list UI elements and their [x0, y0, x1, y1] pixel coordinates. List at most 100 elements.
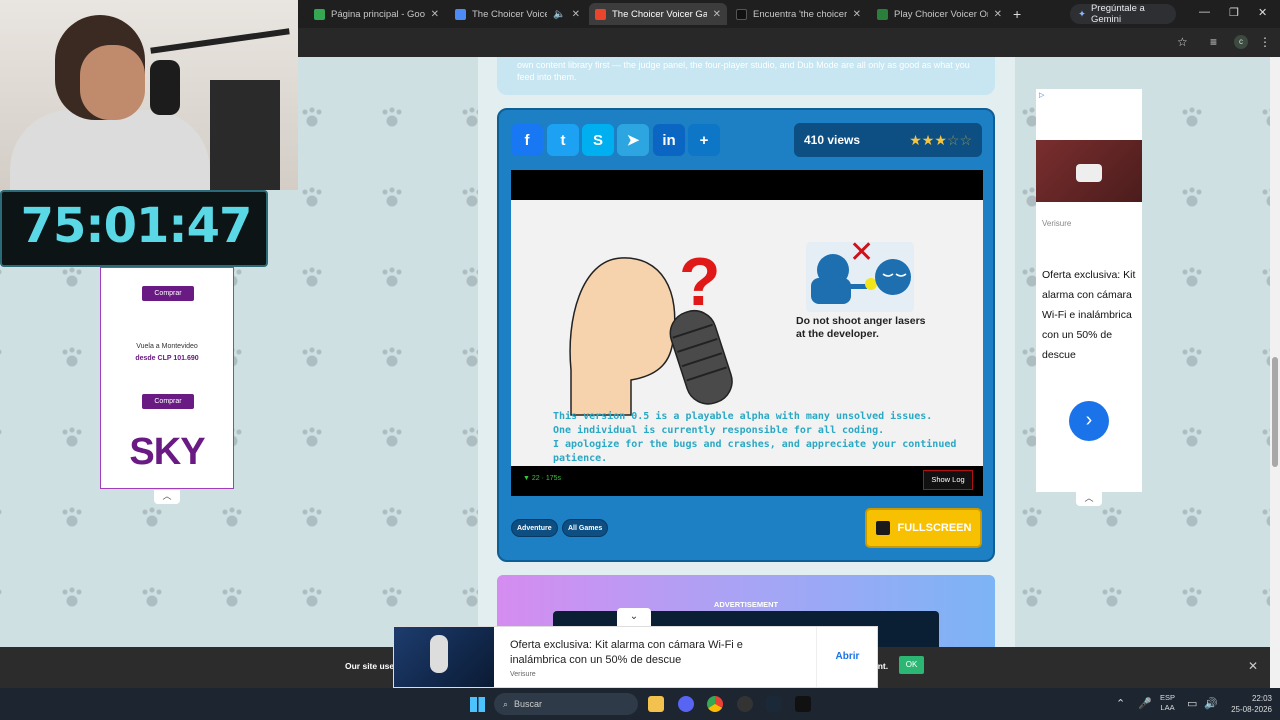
star-filled-icon[interactable]: ★ [922, 132, 935, 148]
buy-button[interactable]: Comprar [142, 286, 194, 301]
twitter-share-button[interactable]: t [547, 124, 579, 156]
views-rating-box: 410 views ★★★☆☆ [794, 123, 982, 157]
chrome-icon[interactable] [707, 696, 723, 712]
warning-line-2: at the developer. [796, 328, 879, 340]
tab-google-home[interactable]: Página principal - Google ✕ [308, 3, 445, 25]
site-favicon-icon [595, 8, 606, 20]
close-tab-icon[interactable]: ✕ [994, 9, 1002, 20]
restore-icon[interactable]: ❐ [1229, 6, 1239, 19]
language-code: ESP [1160, 693, 1176, 702]
keyboard-layout: LAA [1160, 703, 1175, 712]
flight-price: desde CLP 101.690 [135, 355, 199, 362]
new-tab-button[interactable]: + [1013, 6, 1021, 22]
left-sky-ad[interactable]: Comprar Vuela a Montevideo desde CLP 101… [100, 267, 234, 489]
bookmark-star-icon[interactable]: ☆ [1177, 35, 1188, 49]
close-window-icon[interactable]: ✕ [1258, 6, 1267, 19]
more-share-button[interactable]: + [688, 124, 720, 156]
camera-photo [1036, 140, 1142, 202]
gemini-button[interactable]: ✦ Pregúntale a Gemini [1070, 3, 1176, 25]
game-canvas[interactable]: ? ✕ Do not shoot anger lasers at the dev… [511, 200, 983, 466]
mic-arm [150, 28, 290, 54]
twitter-icon: t [560, 131, 566, 149]
menu-dots-icon[interactable]: ⋮ [1259, 35, 1271, 49]
tiktok-icon [736, 8, 747, 20]
developer-head-icon [875, 259, 911, 295]
linkedin-share-button[interactable]: in [653, 124, 685, 156]
sky-logo: SKY [101, 431, 233, 474]
collapse-right-ad-button[interactable]: ︿ [1076, 492, 1102, 506]
fullscreen-icon [875, 521, 890, 535]
skype-share-button[interactable]: S [582, 124, 614, 156]
fullscreen-label: FULLSCREEN [897, 522, 972, 534]
close-tab-icon[interactable]: ✕ [853, 9, 861, 20]
network-icon[interactable]: ▭ [1187, 697, 1197, 710]
bottom-sticky-ad[interactable]: Oferta exclusiva: Kit alarma con cámara … [393, 626, 878, 688]
taskbar-search[interactable]: ⌕ Buscar [494, 693, 638, 715]
open-ad-button[interactable]: Abrir [816, 627, 878, 687]
star-filled-icon[interactable]: ★ [909, 132, 922, 148]
input-language[interactable]: ESP LAA [1160, 693, 1175, 713]
cookie-ok-button[interactable]: OK [899, 656, 924, 674]
tab-tiktok-search[interactable]: Encuentra 'the choicer voi ✕ [730, 3, 867, 25]
close-tab-icon[interactable]: ✕ [572, 9, 580, 20]
tab-choicer-voicer-game[interactable]: The Choicer Voicer Game ✕ [589, 3, 727, 25]
stream-timer: 75:01:47 [0, 190, 268, 267]
tray-chevron-icon[interactable]: ⌃ [1116, 697, 1125, 710]
mute-tab-icon[interactable]: 🔈 [553, 9, 565, 20]
star-empty-icon[interactable]: ☆ [959, 132, 972, 148]
telegram-share-button[interactable]: ➤ [617, 124, 649, 156]
flight-destination: Vuela a Montevideo [136, 343, 198, 350]
profile-avatar[interactable]: c [1234, 35, 1248, 49]
game-footer: ▼ 22 · 175s Show Log [511, 466, 983, 496]
close-icon[interactable]: ✕ [1248, 659, 1258, 673]
volume-icon[interactable]: 🔊 [1204, 697, 1218, 710]
tag-adventure[interactable]: Adventure [511, 519, 558, 537]
close-tab-icon[interactable]: ✕ [431, 9, 439, 20]
webcam-background [210, 80, 280, 190]
clock-date: 25-08-2026 [1231, 705, 1272, 714]
taskbar-clock[interactable]: 22:03 25-08-2026 [1224, 693, 1272, 715]
right-verisure-ad[interactable]: ▷ Verisure Oferta exclusiva: Kit alarma … [1036, 89, 1142, 492]
webcam-microphone [150, 60, 180, 115]
minimize-icon[interactable]: — [1199, 6, 1210, 18]
game-frame[interactable]: ? ✕ Do not shoot anger lasers at the dev… [511, 170, 983, 496]
chevron-down-icon: ⌄ [629, 611, 639, 622]
tab-play-choicer-voicer[interactable]: Play Choicer Voicer Online ✕ [871, 3, 1008, 25]
capcut-icon[interactable] [795, 696, 811, 712]
obs-icon[interactable] [737, 696, 753, 712]
collapse-left-ad-button[interactable]: ︿ [154, 490, 180, 504]
close-tab-icon[interactable]: ✕ [713, 9, 721, 20]
tab-choicer-voicer-p[interactable]: The Choicer Voicer - P 🔈 ✕ [449, 3, 586, 25]
media-controls-icon[interactable]: ≡ [1210, 35, 1217, 49]
cross-icon: ✕ [849, 236, 874, 269]
scrollbar-thumb[interactable] [1272, 357, 1278, 467]
game-panel: f t S ➤ in + 410 views ★★★☆☆ ? ✕ Do not … [497, 108, 995, 562]
fullscreen-button[interactable]: FULLSCREEN [865, 508, 982, 548]
star-filled-icon[interactable]: ★ [934, 132, 947, 148]
search-placeholder: Buscar [514, 699, 543, 709]
steam-icon[interactable] [766, 696, 782, 712]
tag-all-games[interactable]: All Games [562, 519, 609, 537]
cookie-text: Our site use [345, 661, 395, 671]
collapse-bottom-ad-button[interactable]: ⌄ [617, 608, 651, 626]
bottom-ad-title: Oferta exclusiva: Kit alarma con cámara … [510, 639, 743, 666]
page-scrollbar[interactable] [1270, 57, 1280, 688]
facebook-share-button[interactable]: f [511, 124, 543, 156]
star-empty-icon[interactable]: ☆ [947, 132, 960, 148]
warning-caption: Do not shoot anger lasers at the develop… [796, 315, 926, 341]
rating-stars[interactable]: ★★★☆☆ [909, 132, 982, 149]
windows-start-icon[interactable] [470, 697, 485, 712]
file-explorer-icon[interactable] [648, 696, 664, 712]
chevron-right-icon: › [1085, 409, 1093, 431]
timer-text: 75:01:47 [20, 198, 253, 254]
show-log-button[interactable]: Show Log [923, 470, 973, 490]
view-count: 410 views [804, 133, 861, 147]
ad-next-button[interactable]: › [1069, 401, 1109, 441]
microphone-tray-icon[interactable]: 🎤 [1138, 697, 1152, 710]
webcam-person-face [80, 45, 145, 120]
tab-title: Encuentra 'the choicer voi [753, 8, 847, 20]
discord-icon[interactable] [678, 696, 694, 712]
buy-button[interactable]: Comprar [142, 394, 194, 409]
tab-title: The Choicer Voicer - P [472, 8, 548, 20]
ad-choices-icon[interactable]: ▷ [1039, 91, 1044, 99]
